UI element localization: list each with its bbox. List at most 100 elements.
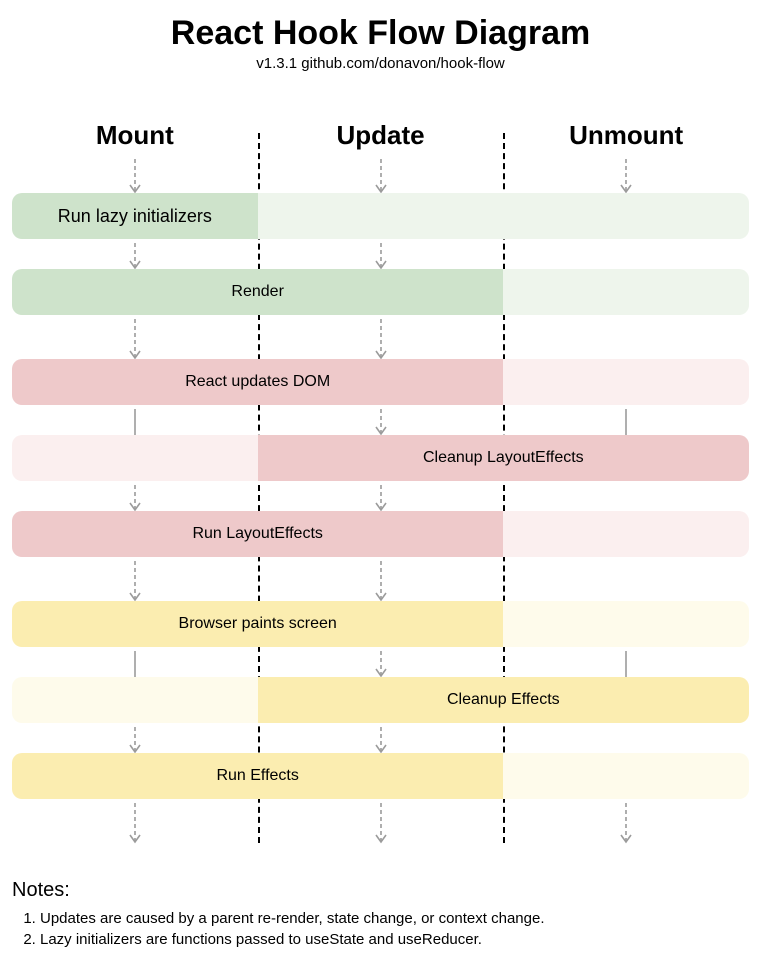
- arrow-cell: [258, 319, 504, 359]
- step-cell: [258, 193, 504, 239]
- step-cell: [12, 677, 258, 723]
- arrow-cell: [258, 485, 504, 511]
- step-cell: [503, 359, 749, 405]
- step-cell: [12, 511, 258, 557]
- step-cleanup-e: Cleanup Effects: [12, 677, 749, 723]
- arrow-cell: [503, 319, 749, 359]
- step-dom: React updates DOM: [12, 359, 749, 405]
- flow-arrow-icon: [616, 159, 636, 193]
- flow-arrow-icon: [125, 319, 145, 359]
- flow-arrow-icon: [371, 727, 391, 753]
- flow-arrow-icon: [125, 561, 145, 601]
- arrow-row: [12, 651, 749, 677]
- flow-arrow-icon: [125, 727, 145, 753]
- arrow-row: [12, 803, 749, 843]
- step-cell: [12, 601, 258, 647]
- arrow-cell: [12, 485, 258, 511]
- arrow-row: [12, 409, 749, 435]
- step-cell: [258, 511, 504, 557]
- flow-arrow-icon: [371, 651, 391, 677]
- arrow-cell: [258, 803, 504, 843]
- column-headers: Mount Update Unmount: [12, 120, 749, 159]
- arrow-cell: [503, 485, 749, 511]
- step-run-le: Run LayoutEffects: [12, 511, 749, 557]
- arrow-cell: [12, 803, 258, 843]
- arrow-row: [12, 159, 749, 193]
- col-header-mount: Mount: [12, 120, 258, 159]
- step-cell: [503, 677, 749, 723]
- arrow-cell: [12, 651, 258, 677]
- arrow-cell: [12, 561, 258, 601]
- flow-arrow-icon: [125, 159, 145, 193]
- arrow-row: [12, 727, 749, 753]
- flow-arrow-icon: [371, 409, 391, 435]
- diagram-container: Mount Update Unmount Run lazy initialize…: [12, 120, 749, 843]
- arrow-cell: [258, 727, 504, 753]
- flow-arrow-icon: [371, 319, 391, 359]
- flow-stack: Run lazy initializers Render React updat…: [12, 159, 749, 843]
- step-cell: [503, 269, 749, 315]
- arrow-cell: [258, 243, 504, 269]
- flow-line-icon: [616, 651, 636, 677]
- step-run-e: Run Effects: [12, 753, 749, 799]
- flow-arrow-icon: [125, 243, 145, 269]
- arrow-cell: [503, 561, 749, 601]
- flow-arrow-icon: [125, 803, 145, 843]
- flow-arrow-icon: [371, 561, 391, 601]
- arrow-cell: [258, 651, 504, 677]
- arrow-cell: [12, 727, 258, 753]
- arrow-row: [12, 319, 749, 359]
- arrow-cell: [503, 727, 749, 753]
- page-title: React Hook Flow Diagram: [12, 14, 749, 53]
- flow-arrow-icon: [616, 803, 636, 843]
- note-item: Lazy initializers are functions passed t…: [40, 931, 749, 948]
- arrow-cell: [503, 651, 749, 677]
- flow-line-icon: [125, 409, 145, 435]
- arrow-cell: [503, 243, 749, 269]
- page-subtitle: v1.3.1 github.com/donavon/hook-flow: [12, 55, 749, 72]
- arrow-cell: [503, 409, 749, 435]
- notes-section: Notes: Updates are caused by a parent re…: [12, 879, 749, 948]
- step-cell: [258, 359, 504, 405]
- col-header-update: Update: [258, 120, 504, 159]
- step-cell: [503, 753, 749, 799]
- arrow-cell: [258, 159, 504, 193]
- step-paint: Browser paints screen: [12, 601, 749, 647]
- col-header-unmount: Unmount: [503, 120, 749, 159]
- arrow-cell: [503, 803, 749, 843]
- notes-list: Updates are caused by a parent re-render…: [12, 910, 749, 948]
- step-cell: [258, 677, 504, 723]
- step-cell: [503, 435, 749, 481]
- step-cell: [12, 359, 258, 405]
- notes-heading: Notes:: [12, 879, 749, 902]
- arrow-cell: [12, 409, 258, 435]
- step-cell: [503, 193, 749, 239]
- arrow-row: [12, 561, 749, 601]
- step-label: Run lazy initializers: [58, 206, 212, 227]
- step-cell: [258, 753, 504, 799]
- flow-line-icon: [616, 409, 636, 435]
- step-cell: [258, 601, 504, 647]
- arrow-cell: [12, 319, 258, 359]
- step-cell: [12, 753, 258, 799]
- flow-line-icon: [125, 651, 145, 677]
- arrow-cell: [258, 561, 504, 601]
- step-cell: [503, 511, 749, 557]
- step-cell: [258, 269, 504, 315]
- flow-arrow-icon: [371, 485, 391, 511]
- step-cell: [503, 601, 749, 647]
- arrow-cell: [258, 409, 504, 435]
- step-lazy-init: Run lazy initializers: [12, 193, 749, 239]
- flow-arrow-icon: [125, 485, 145, 511]
- arrow-cell: [12, 159, 258, 193]
- step-cleanup-le: Cleanup LayoutEffects: [12, 435, 749, 481]
- arrow-cell: [12, 243, 258, 269]
- step-cell: [12, 435, 258, 481]
- flow-arrow-icon: [371, 803, 391, 843]
- arrow-row: [12, 243, 749, 269]
- step-cell: [12, 269, 258, 315]
- step-cell: [258, 435, 504, 481]
- note-item: Updates are caused by a parent re-render…: [40, 910, 749, 927]
- arrow-row: [12, 485, 749, 511]
- step-render: Render: [12, 269, 749, 315]
